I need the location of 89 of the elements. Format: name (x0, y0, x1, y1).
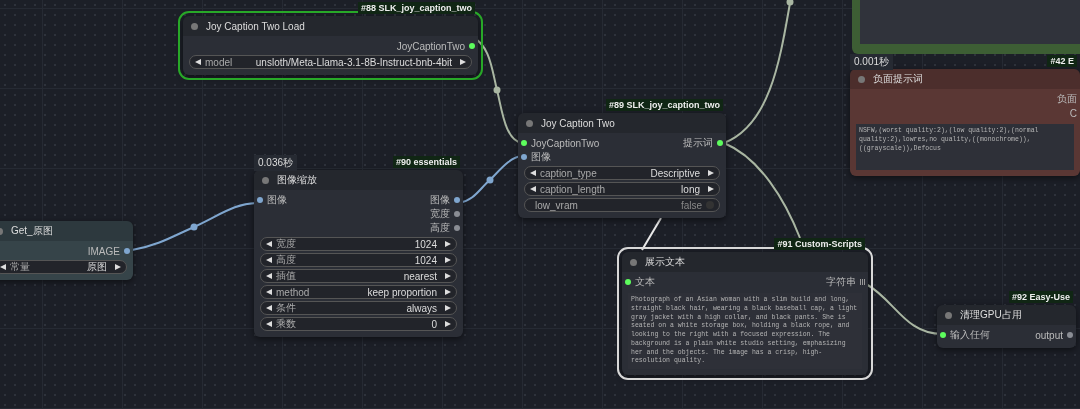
node-title: Joy Caption Two (541, 117, 615, 129)
left-arrow-icon[interactable] (195, 59, 201, 65)
collapse-dot-icon[interactable] (945, 311, 952, 319)
combo-widget[interactable]: 高度 1024 (260, 253, 457, 267)
left-arrow-icon[interactable] (266, 273, 272, 279)
right-arrow-icon[interactable] (708, 186, 714, 192)
input-label: 输入任何 (950, 328, 990, 342)
node-title: 图像缩放 (277, 173, 317, 187)
collapse-dot-icon[interactable] (526, 119, 533, 127)
reroute-dot[interactable] (493, 86, 501, 94)
output-label: 宽度 (430, 207, 450, 221)
input-label: 文本 (635, 275, 655, 289)
left-arrow-icon[interactable] (266, 305, 272, 311)
right-arrow-icon[interactable] (445, 289, 451, 295)
collapse-dot-icon[interactable] (191, 22, 198, 30)
left-arrow-icon[interactable] (266, 241, 272, 247)
execution-time: 0.036秒 (254, 155, 298, 171)
output-slot-icon[interactable] (454, 225, 460, 231)
output-slot-icon[interactable] (454, 197, 460, 203)
input-slot-icon[interactable] (521, 154, 527, 160)
input-label: 图像 (531, 150, 551, 164)
input-label: JoyCaptionTwo (531, 137, 600, 149)
output-label: 提示词 (683, 136, 713, 150)
right-arrow-icon[interactable] (445, 273, 451, 279)
combo-widget[interactable]: caption_type Descriptive (524, 166, 720, 180)
node-title: 负面提示词 (873, 72, 923, 86)
output-slot-icon[interactable] (124, 248, 130, 254)
graph-node[interactable]: 清理GPU占用 输入任何 output (937, 305, 1076, 348)
output-label: output (1035, 329, 1063, 341)
node-badge: #42 E (1047, 55, 1077, 67)
node-badge: #92 Easy-Use (1008, 291, 1073, 303)
output-slot-icon[interactable] (454, 211, 460, 217)
left-arrow-icon[interactable] (266, 257, 272, 263)
node-badge: #91 Custom-Scripts (774, 238, 865, 250)
output-label: 图像 (430, 193, 450, 207)
combo-widget[interactable]: caption_length long (524, 182, 720, 196)
combo-widget[interactable]: model unsloth/Meta-Llama-3.1-8B-Instruct-bnb-4bit (189, 55, 472, 69)
node-title: Get_原图 (11, 224, 53, 238)
node-title: 展示文本 (645, 255, 685, 269)
combo-widget[interactable]: 条件 always (260, 301, 457, 315)
right-arrow-icon[interactable] (460, 59, 466, 65)
combo-widget[interactable]: 插值 nearest (260, 269, 457, 283)
graph-node[interactable]: Get_原图 IMAGE 常量 原图 (0, 221, 133, 280)
right-arrow-icon[interactable] (445, 321, 451, 327)
node-badge: #90 essentials (392, 156, 460, 168)
graph-node[interactable]: 图像缩放 图像 图像 宽度 高度 宽度 1024 高度 1024 插值 nearest method keep proportion 条件 always 乘数 0 (254, 170, 463, 337)
output-slot-icon[interactable] (1067, 332, 1073, 338)
output-label: 字符串 (826, 275, 856, 289)
combo-widget[interactable]: method keep proportion (260, 285, 457, 299)
input-slot-icon[interactable] (257, 197, 263, 203)
node-title: Joy Caption Two Load (206, 20, 305, 32)
input-label: 图像 (267, 193, 287, 207)
node-badge: #89 SLK_joy_caption_two (605, 99, 723, 111)
collapse-dot-icon[interactable] (858, 75, 865, 83)
combo-widget[interactable]: 宽度 1024 (260, 237, 457, 251)
right-arrow-icon[interactable] (445, 305, 451, 311)
connection-line (641, 217, 662, 251)
collapse-dot-icon[interactable] (262, 176, 269, 184)
left-arrow-icon[interactable] (266, 289, 272, 295)
list-slot-icon[interactable] (860, 279, 865, 285)
output-slot-icon[interactable] (717, 140, 723, 146)
collapse-dot-icon[interactable] (630, 258, 637, 266)
right-arrow-icon[interactable] (445, 257, 451, 263)
toggle-widget[interactable]: low_vram false (524, 198, 720, 212)
combo-widget[interactable]: 乘数 0 (260, 317, 457, 331)
node-frame[interactable] (852, 0, 1080, 54)
execution-time: 0.001秒 (850, 54, 894, 70)
output-label: 高度 (430, 221, 450, 235)
left-arrow-icon[interactable] (266, 321, 272, 327)
right-arrow-icon[interactable] (115, 264, 121, 270)
input-slot-icon[interactable] (521, 140, 527, 146)
output-label: C (1069, 107, 1077, 119)
right-arrow-icon[interactable] (708, 170, 714, 176)
output-label: IMAGE (87, 245, 120, 257)
node-title: 清理GPU占用 (960, 308, 1022, 322)
output-label: JoyCaptionTwo (396, 40, 465, 52)
left-arrow-icon[interactable] (530, 170, 536, 176)
graph-node[interactable]: Joy Caption Two JoyCaptionTwo 提示词 图像 caption_type Descriptive caption_length long low_vram false (518, 113, 726, 218)
combo-widget[interactable]: 常量 原图 (0, 260, 127, 274)
left-arrow-icon[interactable] (0, 264, 6, 270)
left-arrow-icon[interactable] (530, 186, 536, 192)
input-slot-icon[interactable] (625, 279, 631, 285)
output-label: 负面 (1057, 92, 1077, 106)
right-arrow-icon[interactable] (445, 241, 451, 247)
output-slot-icon[interactable] (469, 43, 475, 49)
input-slot-icon[interactable] (940, 332, 946, 338)
reroute-dot[interactable] (190, 223, 198, 231)
reroute-dot[interactable] (486, 176, 494, 184)
node-badge: #88 SLK_joy_caption_two (357, 2, 475, 14)
